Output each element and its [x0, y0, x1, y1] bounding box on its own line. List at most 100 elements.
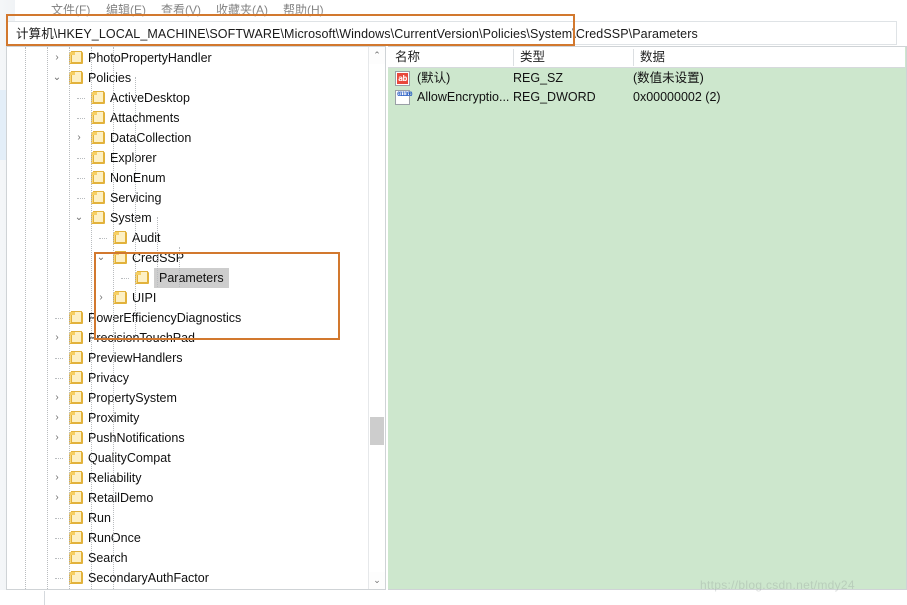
folder-icon [91, 151, 105, 164]
chevron-down-icon[interactable]: ⌄ [73, 208, 85, 228]
chevron-right-icon[interactable]: › [51, 488, 63, 508]
tree-item-label: RunOnce [88, 531, 141, 545]
tree-item-previewhandlers[interactable]: PreviewHandlers [7, 348, 359, 368]
tree-item-proximity[interactable]: › Proximity [7, 408, 359, 428]
folder-icon [69, 411, 83, 424]
column-header-name[interactable]: 名称 [395, 49, 420, 66]
chevron-right-icon[interactable]: › [51, 388, 63, 408]
tree-connector [55, 358, 63, 359]
address-bar[interactable]: 计算机\HKEY_LOCAL_MACHINE\SOFTWARE\Microsof… [6, 21, 897, 45]
menu-item-edit[interactable]: 编辑(E) [103, 1, 149, 19]
tree-item-reliability[interactable]: › Reliability [7, 468, 359, 488]
folder-icon [69, 491, 83, 504]
tree-item-audit[interactable]: Audit [7, 228, 359, 248]
tree-item-search[interactable]: Search [7, 548, 359, 568]
tree-item-qualitycompat[interactable]: QualityCompat [7, 448, 359, 468]
values-column-header: 名称 类型 数据 [388, 47, 905, 68]
folder-icon [91, 91, 105, 104]
column-header-type[interactable]: 类型 [520, 49, 545, 66]
tree-item-credssp[interactable]: ⌄ CredSSP [7, 248, 359, 268]
value-type: REG_SZ [513, 71, 564, 85]
scrollbar-thumb[interactable] [370, 417, 384, 445]
tree-item-servicing[interactable]: Servicing [7, 188, 359, 208]
tree-item-privacy[interactable]: Privacy [7, 368, 359, 388]
tree-item-pushnotifications[interactable]: › PushNotifications [7, 428, 359, 448]
column-divider-1[interactable] [513, 49, 514, 66]
tree-connector [55, 558, 63, 559]
value-row[interactable]: ab (默认) REG_SZ (数值未设置) [388, 69, 905, 88]
chevron-right-icon[interactable]: › [95, 288, 107, 308]
string-value-icon-glyph: ab [397, 73, 408, 84]
tree-item-label: SecondaryAuthFactor [88, 571, 209, 585]
scroll-down-arrow-icon[interactable]: ⌄ [369, 572, 385, 589]
chevron-right-icon[interactable]: › [51, 328, 63, 348]
registry-editor-window: 文件(F) 编辑(E) 查看(V) 收藏夹(A) 帮助(H) 计算机\HKEY_… [6, 0, 907, 591]
page-root: ❮ 文件(F) 编辑(E) 查看(V) 收藏夹(A) 帮助(H) 计算机\HKE… [0, 0, 907, 605]
tree-item-activedesktop[interactable]: ActiveDesktop [7, 88, 359, 108]
tree-item-label: ActiveDesktop [110, 91, 190, 105]
tree-guide-line [157, 217, 158, 287]
chevron-right-icon[interactable]: › [51, 468, 63, 488]
menu-item-file[interactable]: 文件(F) [48, 1, 93, 19]
tree-item-label: PreviewHandlers [88, 351, 183, 365]
tree-item-datacollection[interactable]: › DataCollection [7, 128, 359, 148]
tree-guide-line [113, 47, 114, 589]
menu-item-favorites[interactable]: 收藏夹(A) [213, 1, 271, 19]
tree-item-explorer[interactable]: Explorer [7, 148, 359, 168]
value-name: (默认) [417, 71, 451, 85]
folder-icon [91, 211, 105, 224]
tree-item-parameters[interactable]: Parameters [7, 268, 359, 288]
tree-item-attachments[interactable]: Attachments [7, 108, 359, 128]
tree-guide-line [179, 247, 180, 287]
tree-item-label: CredSSP [132, 251, 185, 265]
tree-item-powerefficiencydiagnostics[interactable]: PowerEfficiencyDiagnostics [7, 308, 359, 328]
folder-icon [69, 531, 83, 544]
registry-values-pane[interactable]: 名称 类型 数据 ab (默认) REG_SZ (数值未设置) 011100 AllowE… [388, 46, 907, 590]
tree-connector [55, 518, 63, 519]
tree-item-precisiontouchpad[interactable]: › PrecisionTouchPad [7, 328, 359, 348]
column-divider-2[interactable] [633, 49, 634, 66]
chevron-right-icon[interactable]: › [51, 428, 63, 448]
tree-item-uipi[interactable]: › UIPI [7, 288, 359, 308]
value-type: REG_DWORD [513, 90, 596, 104]
tree-item-policies[interactable]: ⌄ Policies [7, 68, 359, 88]
registry-tree-pane[interactable]: › PhotoPropertyHandler ⌄ Policies ActiveDesk… [6, 46, 386, 590]
chevron-down-icon[interactable]: ⌄ [51, 68, 63, 88]
folder-icon [69, 571, 83, 584]
tree-item-runonce[interactable]: RunOnce [7, 528, 359, 548]
tree-connector [77, 158, 85, 159]
folder-icon [69, 351, 83, 364]
folder-icon [69, 71, 83, 84]
tree-scrollbar[interactable]: ⌃ ⌄ [368, 47, 385, 589]
scroll-up-arrow-icon[interactable]: ⌃ [369, 47, 385, 64]
tree-guide-line [91, 47, 92, 589]
chevron-right-icon[interactable]: › [73, 128, 85, 148]
chevron-down-icon[interactable]: ⌄ [95, 248, 107, 268]
value-data: 0x00000002 (2) [633, 90, 721, 104]
tree-item-label: DataCollection [110, 131, 192, 145]
tree-connector [55, 318, 63, 319]
chevron-right-icon[interactable]: › [51, 408, 63, 428]
folder-icon [91, 131, 105, 144]
folder-icon [91, 171, 105, 184]
value-data: (数值未设置) [633, 71, 704, 85]
folder-icon [113, 251, 127, 264]
tree-item-label: PrecisionTouchPad [88, 331, 196, 345]
folder-icon [69, 371, 83, 384]
address-path-text[interactable]: 计算机\HKEY_LOCAL_MACHINE\SOFTWARE\Microsof… [16, 25, 698, 43]
tree-item-system[interactable]: ⌄ System [7, 208, 359, 228]
tree-item-propertysystem[interactable]: › PropertySystem [7, 388, 359, 408]
menu-item-help[interactable]: 帮助(H) [280, 1, 327, 19]
tree-item-retaildemo[interactable]: › RetailDemo [7, 488, 359, 508]
tree-item-nonenum[interactable]: NonEnum [7, 168, 359, 188]
tree-item-secondaryauthfactor[interactable]: SecondaryAuthFactor [7, 568, 359, 588]
dword-value-icon-glyph: 011100 [397, 92, 413, 103]
tree-item-photopropertyhandler[interactable]: › PhotoPropertyHandler [7, 48, 359, 68]
tree-item-label: QualityCompat [88, 451, 171, 465]
menu-item-view[interactable]: 查看(V) [158, 1, 204, 19]
column-header-data[interactable]: 数据 [640, 49, 665, 66]
value-row[interactable]: 011100 AllowEncryptio... REG_DWORD 0x000000… [388, 88, 905, 107]
chevron-right-icon[interactable]: › [51, 48, 63, 68]
tree-guide-line [47, 47, 48, 589]
tree-item-run[interactable]: Run [7, 508, 359, 528]
